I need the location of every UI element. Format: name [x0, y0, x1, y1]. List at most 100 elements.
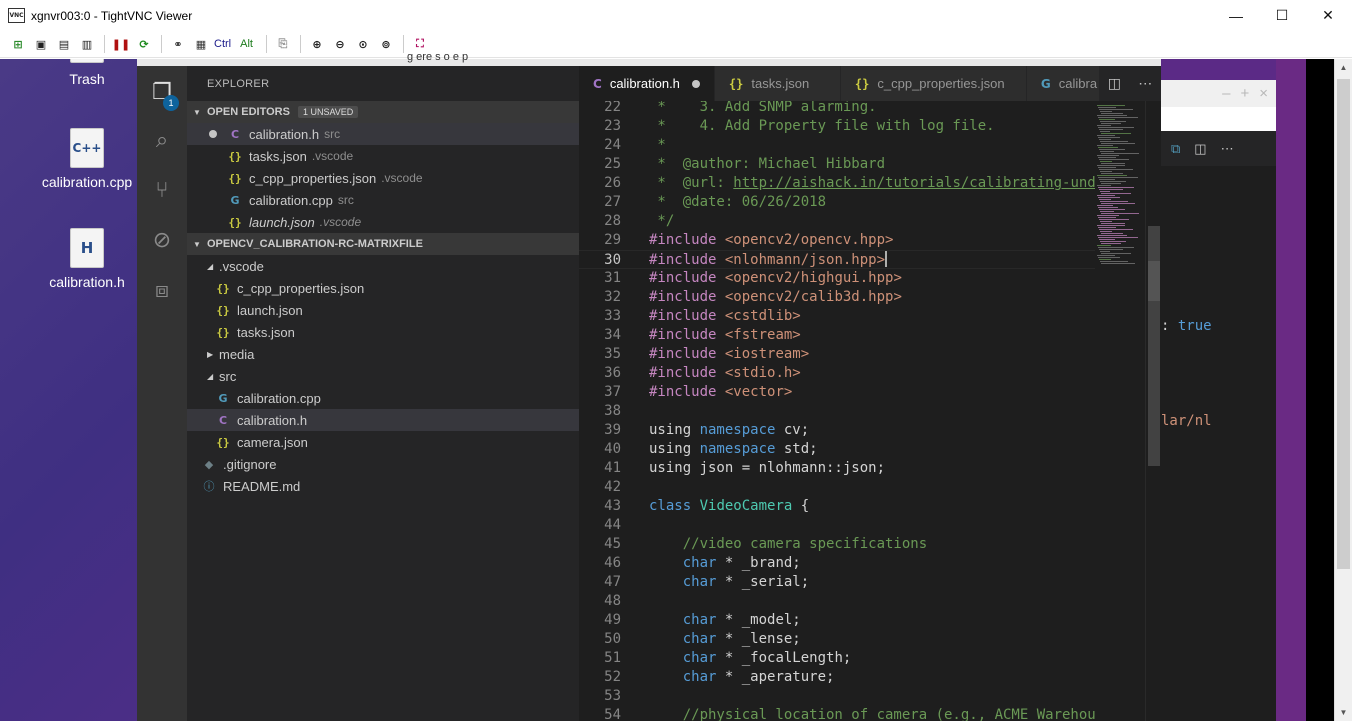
- more-actions-icon[interactable]: ⋯: [1138, 75, 1152, 92]
- code-line[interactable]: 51 char * _focalLength;: [579, 649, 1095, 668]
- info-icon[interactable]: ▥: [77, 34, 97, 54]
- zoom-in-icon[interactable]: ⊕: [307, 34, 327, 54]
- bg-minimize-icon[interactable]: –: [1222, 85, 1230, 102]
- desktop-icon-trash[interactable]: Trash: [37, 59, 137, 87]
- project-folder-section[interactable]: ▼ OPENCV_CALIBRATION-RC-MATRIXFILE: [187, 233, 579, 255]
- vnc-vertical-scrollbar[interactable]: ▲ ▼: [1334, 59, 1352, 721]
- code-line[interactable]: 23 * 4. Add Property file with log file.: [579, 117, 1095, 136]
- scroll-up-icon[interactable]: ▲: [1335, 59, 1352, 76]
- open-editor-item[interactable]: G calibration.cpp src: [187, 189, 579, 211]
- debug-icon[interactable]: ⊘: [137, 216, 187, 264]
- bg-close-icon[interactable]: ×: [1259, 85, 1268, 102]
- code-line[interactable]: 43 class VideoCamera {: [579, 497, 1095, 516]
- code-line[interactable]: 36 #include <stdio.h>: [579, 364, 1095, 383]
- code-line[interactable]: 40 using namespace std;: [579, 440, 1095, 459]
- tab-tasks-json[interactable]: {} tasks.json: [714, 66, 841, 101]
- open-editor-item[interactable]: {} c_cpp_properties.json .vscode: [187, 167, 579, 189]
- tree-folder-src[interactable]: ◢ src: [187, 365, 579, 387]
- code-line[interactable]: 22 * 3. Add SNMP alarming.: [579, 101, 1095, 117]
- split-editor-icon[interactable]: ◫: [1108, 75, 1121, 92]
- unsaved-dot-icon[interactable]: [209, 130, 217, 138]
- zoom-100-icon[interactable]: ⊙: [353, 34, 373, 54]
- code-line[interactable]: 48: [579, 592, 1095, 611]
- code-line[interactable]: 38: [579, 402, 1095, 421]
- ctrl-key-button[interactable]: Ctrl: [214, 38, 231, 50]
- code-line[interactable]: 49 char * _model;: [579, 611, 1095, 630]
- code-line[interactable]: 33 #include <cstdlib>: [579, 307, 1095, 326]
- code-line[interactable]: 25 * @author: Michael Hibbard: [579, 155, 1095, 174]
- tree-file[interactable]: {} launch.json: [187, 299, 579, 321]
- minimap-line: [1097, 235, 1127, 236]
- code-line[interactable]: 29 #include <opencv2/opencv.hpp>: [579, 231, 1095, 250]
- open-editor-item[interactable]: C calibration.h src: [187, 123, 579, 145]
- code-line[interactable]: 54 //physical location of camera (e.g., …: [579, 706, 1096, 721]
- explorer-activity-icon[interactable]: ❐ 1: [137, 68, 187, 116]
- refresh-icon[interactable]: ⟳: [134, 34, 154, 54]
- tree-folder-media[interactable]: ▶ media: [187, 343, 579, 365]
- tree-file[interactable]: {} c_cpp_properties.json: [187, 277, 579, 299]
- open-editor-item[interactable]: {} tasks.json .vscode: [187, 145, 579, 167]
- code-line[interactable]: 37 #include <vector>: [579, 383, 1095, 402]
- tree-file[interactable]: G calibration.cpp: [187, 387, 579, 409]
- code-line[interactable]: 53: [579, 687, 1095, 706]
- zoom-out-icon[interactable]: ⊖: [330, 34, 350, 54]
- code-line[interactable]: 32 #include <opencv2/calib3d.hpp>: [579, 288, 1095, 307]
- tree-file[interactable]: {} camera.json: [187, 431, 579, 453]
- tree-file-selected[interactable]: C calibration.h: [187, 409, 579, 431]
- open-editor-item-preview[interactable]: {} launch.json .vscode: [187, 211, 579, 233]
- desktop-icon-calibration-h[interactable]: H calibration.h: [37, 228, 137, 290]
- code-line[interactable]: 44: [579, 516, 1095, 535]
- code-line[interactable]: 47 char * _serial;: [579, 573, 1095, 592]
- bg-more-icon[interactable]: ⋯: [1221, 141, 1234, 157]
- code-line[interactable]: 42: [579, 478, 1095, 497]
- pause-icon[interactable]: ❚❚: [111, 34, 131, 54]
- code-line[interactable]: 41 using json = nlohmann::json;: [579, 459, 1095, 478]
- clipboard-icon[interactable]: ⎘: [273, 34, 293, 54]
- tree-file[interactable]: ◆ .gitignore: [187, 453, 579, 475]
- code-line[interactable]: 52 char * _aperature;: [579, 668, 1095, 687]
- code-line[interactable]: 35 #include <iostream>: [579, 345, 1095, 364]
- code-line[interactable]: 50 char * _lense;: [579, 630, 1095, 649]
- bg-maximize-icon[interactable]: +: [1240, 85, 1249, 102]
- source-control-icon[interactable]: ⑂: [137, 166, 187, 214]
- code-line[interactable]: 31 #include <opencv2/highgui.hpp>: [579, 269, 1095, 288]
- code-line[interactable]: 45 //video camera specifications: [579, 535, 1095, 554]
- code-line[interactable]: 26 * @url: http://aishack.in/tutorials/c…: [579, 174, 1096, 193]
- zoom-fit-icon[interactable]: ⊚: [376, 34, 396, 54]
- save-icon[interactable]: ▣: [31, 34, 51, 54]
- bg-search-icon[interactable]: ⧉: [1171, 141, 1180, 157]
- tree-file[interactable]: {} tasks.json: [187, 321, 579, 343]
- new-connection-icon[interactable]: ⊞: [8, 34, 28, 54]
- minimize-button[interactable]: —: [1213, 0, 1259, 31]
- code-line[interactable]: 27 * @date: 06/26/2018: [579, 193, 1095, 212]
- tree-item-label: README.md: [223, 478, 301, 494]
- search-icon[interactable]: ⌕: [137, 116, 187, 164]
- scrollbar-thumb[interactable]: [1148, 261, 1160, 301]
- code-line[interactable]: 28 */: [579, 212, 1095, 231]
- tab-c-cpp-properties[interactable]: {} c_cpp_properties.json: [840, 66, 1027, 101]
- code-line[interactable]: 30 #include <nlohmann/json.hpp>: [579, 250, 1095, 269]
- desktop-icon-calibration-cpp[interactable]: C++ calibration.cpp: [37, 128, 137, 190]
- code-editor[interactable]: 22 * 3. Add SNMP alarming. 23 * 4. Add Pr…: [579, 101, 1161, 721]
- options-icon[interactable]: ▤: [54, 34, 74, 54]
- open-editors-section[interactable]: ▼ OPEN EDITORS 1 UNSAVED: [187, 101, 579, 123]
- ctrl-alt-del-icon[interactable]: ⚭: [168, 34, 188, 54]
- editor-scrollbar[interactable]: [1145, 101, 1161, 721]
- alt-key-button[interactable]: Alt: [240, 38, 253, 50]
- code-line[interactable]: 34 #include <fstream>: [579, 326, 1095, 345]
- unsaved-dot-icon[interactable]: [691, 79, 700, 88]
- code-line[interactable]: 46 char * _brand;: [579, 554, 1095, 573]
- close-button[interactable]: ✕: [1305, 0, 1351, 31]
- bg-split-icon[interactable]: ◫: [1194, 141, 1206, 157]
- maximize-button[interactable]: ☐: [1259, 0, 1305, 31]
- extensions-icon[interactable]: ⧈: [137, 266, 187, 314]
- tree-folder-vscode[interactable]: ◢ .vscode: [187, 255, 579, 277]
- win-key-icon[interactable]: ▦: [191, 34, 211, 54]
- code-line[interactable]: 24 *: [579, 136, 1095, 155]
- vnc-scrollbar-thumb[interactable]: [1337, 79, 1350, 569]
- tab-calibration-h[interactable]: C calibration.h: [579, 66, 715, 101]
- minimap[interactable]: [1095, 101, 1145, 721]
- tree-file[interactable]: ⓘ README.md: [187, 475, 579, 497]
- code-line[interactable]: 39 using namespace cv;: [579, 421, 1095, 440]
- scroll-down-icon[interactable]: ▼: [1335, 704, 1352, 721]
